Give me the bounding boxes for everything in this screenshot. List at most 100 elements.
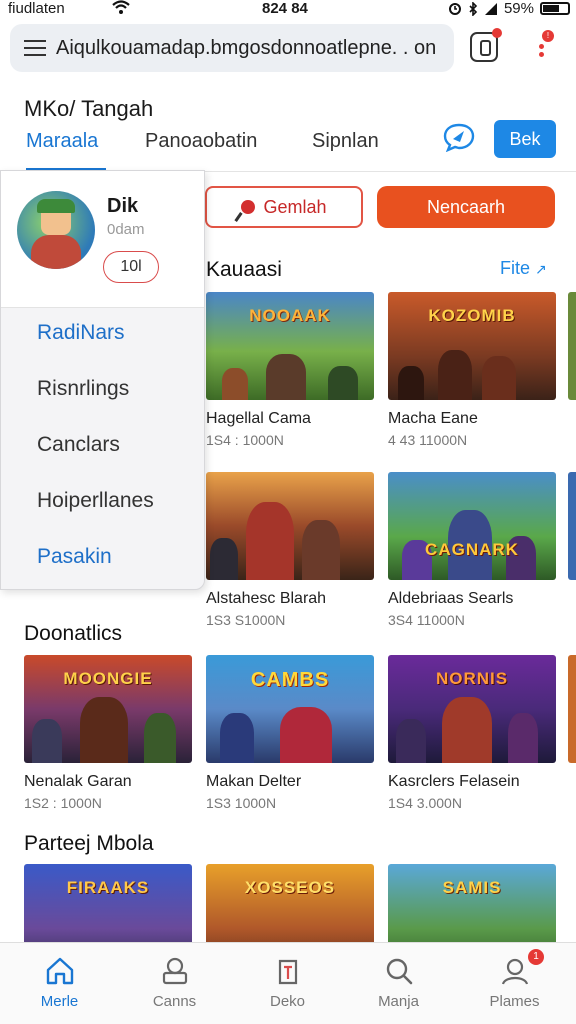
game-card[interactable]: NOOAAK Hagellal Cama 1S4 : 1000N [206,292,374,448]
game-card[interactable]: Alstahesc Blarah 1S3 S1000N [206,472,374,628]
game-logo: FIRAAKS [66,878,150,897]
profile-name: Dik [107,195,139,217]
url-text[interactable]: Aiqulkouamadap.bmgosdonnoatlepne. . on [56,37,446,60]
games-icon [162,957,188,985]
drawer-item-radinars[interactable]: RadiNars [37,321,125,345]
game-logo: MOONGIE [63,669,153,688]
game-thumbnail [206,472,374,580]
tab-sipnlan[interactable]: Sipnlan [312,130,379,153]
nav-label: Deko [269,993,306,1010]
url-bar[interactable]: Aiqulkouamadap.bmgosdonnoatlepne. . on [10,24,454,72]
battery-icon [540,2,570,15]
carrier-label: fiudlaten [8,0,65,17]
game-thumbnail: CAGNARK [388,472,556,580]
game-card-peek [568,292,576,400]
game-meta: 4 43 11000N [388,432,468,448]
nav-badge: 1 [528,949,544,965]
notification-badge: ! [542,30,554,42]
game-meta: 3S4 11000N [388,612,465,628]
game-logo: KOZOMIB [428,306,516,325]
profile-badge[interactable]: 10l [103,251,159,283]
game-card-peek [568,472,576,580]
drawer-item-hoiperllanes[interactable]: Hoiperllanes [37,489,154,513]
section-title-doonatlics: Doonatlics [24,622,123,645]
nav-item-profile[interactable]: 1 Plames [457,943,572,1024]
tab-maraala[interactable]: Maraala [26,130,98,153]
primary-action-button[interactable]: Nencaarh [377,186,555,228]
drawer-item-canclars[interactable]: Canclars [37,433,120,457]
game-card[interactable]: KOZOMIB Macha Eane 4 43 11000N [388,292,556,448]
game-card[interactable]: CAGNARK Aldebriaas Searls 3S4 11000N [388,472,556,628]
game-thumbnail: KOZOMIB [388,292,556,400]
bluetooth-icon [469,1,478,16]
more-options-icon[interactable]: ! [534,30,554,62]
game-title: Hagellal Cama [206,410,311,427]
tag-icon [278,959,298,985]
drawer-item-risnrlings[interactable]: Risnrlings [37,377,129,401]
game-thumbnail: CAMBS [206,655,374,763]
game-card[interactable]: CAMBS Makan Delter 1S3 1000N [206,655,374,811]
nav-item-search[interactable]: Manja [341,943,456,1024]
tabs-badge [492,28,502,38]
game-meta: 1S4 : 1000N [206,432,284,448]
game-meta: 1S3 S1000N [206,612,286,628]
profile-subtitle: 0dam [107,221,145,238]
header-action-button[interactable]: Bek [494,120,556,158]
nav-item-home[interactable]: Merle [2,943,117,1024]
game-thumbnail: MOONGIE [24,655,192,763]
profile-card[interactable]: Dik 0dam 10l [1,171,204,308]
game-logo: NORNIS [435,669,509,688]
profile-icon [501,958,529,985]
game-thumbnail: NORNIS [388,655,556,763]
menu-icon[interactable] [24,40,46,56]
battery-percent: 59% [503,0,534,17]
tabs-button[interactable] [470,28,502,62]
sort-arrows-icon: ↗ [535,261,547,277]
page-title: MKo/ Tangah [24,96,154,121]
nav-label: Canns [152,993,197,1010]
game-card[interactable]: NORNIS Kasrclers Felasein 1S4 3.000N [388,655,556,811]
section-title-parteej-mbola: Parteej Mbola [24,832,154,855]
game-thumbnail: NOOAAK [206,292,374,400]
side-drawer: Dik 0dam 10l RadiNars Risnrlings Canclar… [0,170,205,590]
status-bar: fiudlaten 824 84 59% [0,0,576,20]
tab-bar: Maraala Panoaobatin Sipnlan [0,124,576,172]
game-logo: SAMIS [442,878,502,897]
game-card-peek [568,655,576,763]
avatar[interactable] [17,191,95,269]
game-meta: 1S3 1000N [206,795,277,811]
home-icon [46,957,74,985]
section-title-kauaasi: Kauaasi [206,258,282,281]
game-title: Alstahesc Blarah [206,590,327,607]
game-card[interactable]: MOONGIE Nenalak Garan 1S2 : 1000N [24,655,192,811]
game-logo: XOSSEOS [244,878,336,897]
chat-icon[interactable] [442,122,476,152]
nav-item-deko[interactable]: Deko [230,943,345,1024]
game-title: Nenalak Garan [24,773,132,790]
game-title: Macha Eane [388,410,478,427]
game-logo: CAGNARK [425,540,519,559]
nav-item-games[interactable]: Canns [117,943,232,1024]
nav-label: Plames [489,993,540,1010]
nav-label: Merle [40,993,79,1010]
nav-label: Manja [378,993,419,1010]
game-title: Makan Delter [206,773,302,790]
outline-action-button[interactable]: Gemlah [205,186,363,228]
game-logo: NOOAAK [249,306,331,325]
game-logo: CAMBS [250,669,330,691]
alarm-icon [448,2,461,15]
tab-panoaobatin[interactable]: Panoaobatin [145,130,257,153]
game-title: Aldebriaas Searls [388,590,514,607]
game-meta: 1S4 3.000N [388,795,462,811]
search-icon [386,958,413,985]
game-meta: 1S2 : 1000N [24,795,102,811]
game-title: Kasrclers Felasein [388,773,520,790]
bottom-nav: Merle Canns Deko Manja 1 Plames [0,942,576,1024]
outline-action-label: Gemlah [263,196,327,217]
microphone-icon [241,200,256,214]
filter-link[interactable]: Fite ↗ [500,258,547,279]
drawer-item-pasakin[interactable]: Pasakin [37,545,112,569]
signal-icon [484,2,497,15]
filter-link-label: Fite [500,258,531,278]
wifi-icon [112,0,130,14]
